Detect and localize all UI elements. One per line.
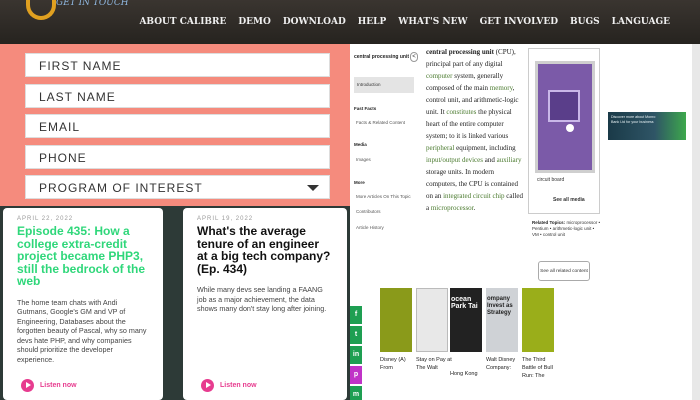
book-title[interactable]: Stay on Pay at The Walt (416, 356, 452, 372)
twitter-share-icon[interactable]: t (350, 326, 362, 344)
article-link[interactable]: computer (426, 72, 452, 80)
sidebar-heading-fast-facts: Fast Facts (354, 106, 377, 111)
article-sidebar-title: central processing unit (354, 54, 410, 60)
episode-title[interactable]: Episode 435: How a college extra-credit … (17, 225, 149, 288)
cpu-chip-icon (548, 90, 580, 122)
book-title[interactable]: Walt Disney Company: (486, 356, 522, 372)
article-link[interactable]: constitutes (446, 108, 476, 116)
article-text: and (482, 156, 497, 164)
zoom-icon (566, 124, 574, 132)
phone-field[interactable]: PHONE (25, 145, 330, 169)
nav-language[interactable]: Language (612, 17, 670, 27)
podcast-card[interactable]: APRIL 19, 2022 What's the average tenure… (183, 208, 347, 400)
book-cover[interactable] (522, 288, 554, 352)
listen-now-label: Listen now (220, 382, 257, 389)
book-title[interactable]: Disney (A) From (380, 356, 416, 372)
sidebar-heading-more: More (354, 180, 365, 185)
nav-demo[interactable]: Demo (238, 17, 270, 27)
see-all-media-link[interactable]: See all media (553, 197, 585, 203)
book-cover[interactable] (416, 288, 448, 352)
episode-title[interactable]: What's the average tenure of an engineer… (197, 225, 333, 275)
nav-download[interactable]: Download (283, 17, 346, 27)
nav-about-calibre[interactable]: About Calibre (139, 17, 226, 27)
figure-caption: circuit board (537, 177, 565, 183)
article-link[interactable]: peripheral (426, 144, 454, 152)
see-all-related-button[interactable]: See all related content → (538, 261, 590, 294)
cover-text: ocean Park Tai (451, 296, 478, 310)
page-scrollbar[interactable] (692, 44, 700, 400)
sidebar-item-contributors[interactable]: Contributors (356, 209, 381, 214)
book-cover[interactable] (380, 288, 412, 352)
sidebar-item-more-articles[interactable]: More Articles On This Topic (356, 194, 411, 199)
encyclopedia-panel: central processing unit < Introduction F… (350, 44, 700, 294)
book-item[interactable]: ompany Invest as Strategy Walt Disney Co… (486, 288, 522, 372)
episode-date: APRIL 22, 2022 (17, 216, 74, 222)
podcast-section: APRIL 22, 2022 Episode 435: How a colleg… (0, 206, 350, 400)
podcast-card[interactable]: APRIL 22, 2022 Episode 435: How a colleg… (3, 208, 163, 400)
media-figure[interactable]: circuit board See all media (528, 48, 600, 214)
book-cover[interactable]: ompany Invest as Strategy (486, 288, 518, 352)
nav-bugs[interactable]: Bugs (570, 17, 600, 27)
nav-whats-new[interactable]: What's New (398, 17, 467, 27)
contact-form: FIRST NAME LAST NAME EMAIL PHONE PROGRAM… (0, 44, 350, 206)
pinterest-share-icon[interactable]: p (350, 366, 362, 384)
sidebar-heading-media: Media (354, 142, 367, 147)
screenshot-root: GET IN TOUCH About Calibre Demo Download… (0, 0, 700, 400)
sidebar-item-article-history[interactable]: Article History (356, 225, 384, 230)
calibre-logo-icon[interactable] (26, 0, 56, 20)
sidebar-item-introduction[interactable]: Introduction (354, 77, 414, 93)
article-text: equipment, including (454, 144, 516, 152)
nav-help[interactable]: Help (358, 17, 386, 27)
collapse-sidebar-icon[interactable]: < (410, 52, 418, 62)
sidebar-item-images[interactable]: Images (356, 157, 371, 162)
book-cover[interactable]: ocean Park Tai (450, 288, 482, 352)
email-field[interactable]: EMAIL (25, 114, 330, 138)
book-item[interactable]: ocean Park Tai Hong Kong (450, 288, 486, 378)
article-link[interactable]: input/output devices (426, 156, 483, 164)
article-body: central processing unit (CPU), principal… (426, 46, 524, 214)
related-topics: Related Topics: microprocessor • Pentium… (532, 220, 602, 238)
nav-get-involved[interactable]: Get Involved (480, 17, 558, 27)
advertisement-banner[interactable]: Discover more about Monro Bank Ltd for y… (608, 112, 686, 140)
article-link[interactable]: auxiliary (497, 156, 522, 164)
circuit-board-image[interactable] (535, 61, 595, 173)
nav-menu: About Calibre Demo Download Help What's … (139, 0, 670, 44)
listen-now-button[interactable]: Listen now (201, 379, 257, 392)
linkedin-share-icon[interactable]: in (350, 346, 362, 364)
first-name-field[interactable]: FIRST NAME (25, 53, 330, 77)
book-item[interactable]: Stay on Pay at The Walt (416, 288, 452, 372)
cover-text: ompany Invest as Strategy (487, 296, 513, 316)
program-select[interactable]: PROGRAM OF INTEREST (25, 175, 330, 199)
chevron-down-icon (307, 185, 319, 191)
article-link[interactable]: memory (490, 84, 513, 92)
article-term: central processing unit (426, 48, 494, 56)
article-text: . (473, 204, 476, 212)
book-item[interactable]: Disney (A) From (380, 288, 416, 372)
related-topics-heading: Related Topics: (532, 220, 566, 225)
top-navigation: GET IN TOUCH About Calibre Demo Download… (0, 0, 700, 44)
listen-now-label: Listen now (40, 382, 77, 389)
article-link[interactable]: microprocessor (431, 204, 474, 212)
book-title[interactable]: Hong Kong (450, 370, 486, 378)
book-title[interactable]: The Third Battle of Bull Run: The (522, 356, 558, 380)
book-item[interactable]: The Third Battle of Bull Run: The (522, 288, 558, 380)
books-strip: f t in p m Disney (A) From Stay on Pay a… (350, 286, 700, 400)
article-link[interactable]: integrated circuit chip (443, 192, 504, 200)
facebook-share-icon[interactable]: f (350, 306, 362, 324)
play-icon (21, 379, 34, 392)
logo-text: GET IN TOUCH (56, 0, 129, 8)
sidebar-item-facts[interactable]: Facts & Related Content (356, 120, 405, 125)
play-icon (201, 379, 214, 392)
last-name-field[interactable]: LAST NAME (25, 84, 330, 108)
share-toolbar: f t in p m (350, 306, 362, 400)
episode-date: APRIL 19, 2022 (197, 216, 254, 222)
listen-now-button[interactable]: Listen now (21, 379, 77, 392)
ad-text: Discover more about Monro Bank Ltd for y… (611, 115, 656, 124)
episode-description: While many devs see landing a FAANG job … (197, 285, 327, 313)
program-select-label: PROGRAM OF INTEREST (39, 181, 203, 195)
email-share-icon[interactable]: m (350, 386, 362, 400)
episode-description: The home team chats with Andi Gutmans, G… (17, 297, 147, 364)
